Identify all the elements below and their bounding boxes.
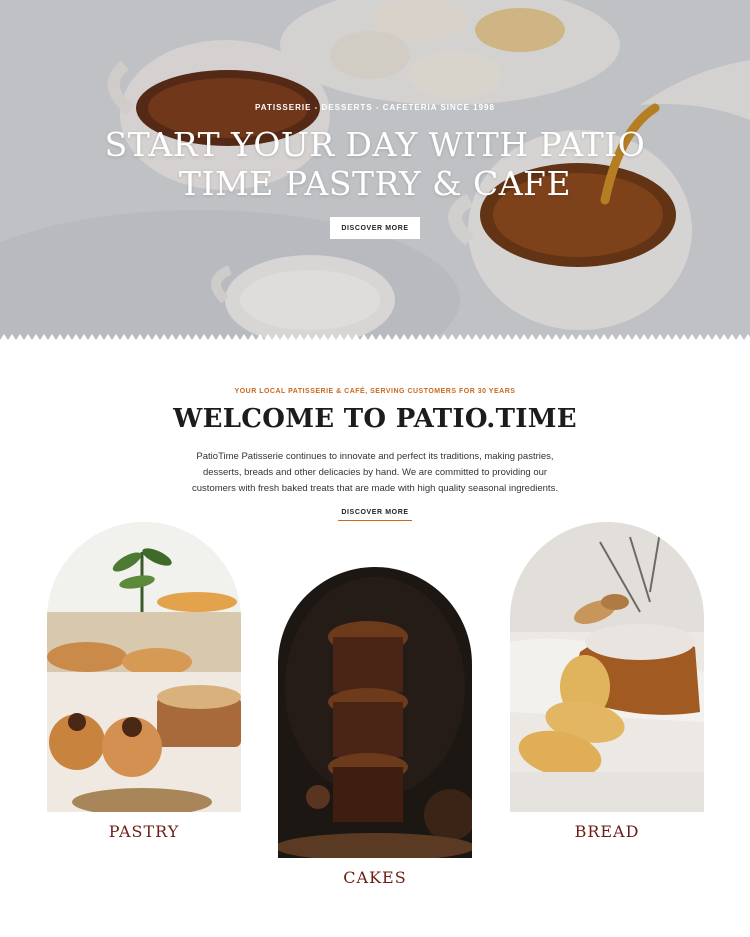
category-card-cakes[interactable]: CAKES [278,567,472,887]
cakes-image[interactable] [278,567,472,858]
hero-title-line1: START YOUR DAY WITH PATIO [104,125,646,164]
welcome-title: WELCOME TO PATIO.TIME [173,404,577,434]
welcome-eyebrow: YOUR LOCAL PATISSERIE & CAFÉ, SERVING CU… [234,388,516,395]
hero-discover-button[interactable]: DISCOVER MORE [330,217,420,239]
welcome-discover-link[interactable]: DISCOVER MORE [338,509,412,521]
category-label-cakes[interactable]: CAKES [278,868,472,887]
category-card-pastry[interactable]: PASTRY [47,522,241,841]
hero-zigzag-edge [0,334,750,342]
hero-title-line2: TIME PASTRY & CAFE [178,164,572,203]
welcome-body: PatioTime Patisserie continues to innova… [192,451,558,494]
hero-section: PATISSERIE - DESSERTS - CAFETERIA SINCE … [0,0,750,340]
pastry-image[interactable] [47,522,241,812]
category-label-pastry[interactable]: PASTRY [47,822,241,841]
hero-title: START YOUR DAY WITH PATIO TIME PASTRY & … [0,125,750,203]
category-label-bread[interactable]: BREAD [510,822,704,841]
category-card-bread[interactable]: BREAD [510,522,704,841]
bread-image[interactable] [510,522,704,812]
hero-eyebrow: PATISSERIE - DESSERTS - CAFETERIA SINCE … [255,103,495,112]
